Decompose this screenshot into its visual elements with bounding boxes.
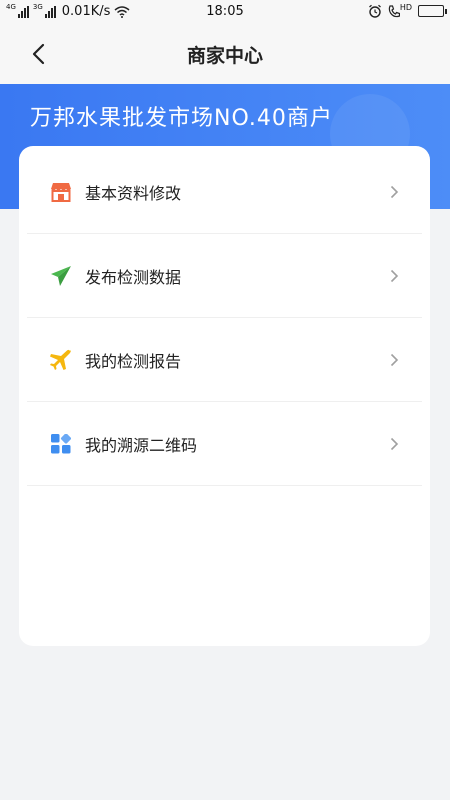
menu-item-label: 基本资料修改 (85, 183, 182, 203)
menu-item-label: 发布检测数据 (85, 267, 182, 287)
phone-icon (388, 4, 400, 17)
menu-card: 基本资料修改 发布检测数据 我的检测报告 我的溯源二维码 (19, 146, 430, 646)
status-bar: 4G 3G 0.01K/s 18:05 HD (0, 0, 450, 24)
chevron-right-icon (384, 434, 404, 454)
nav-bar: 商家中心 (0, 24, 450, 84)
chevron-right-icon (384, 350, 404, 370)
airplane-icon (49, 348, 73, 372)
store-icon (49, 180, 73, 204)
menu-item-my-trace-qrcode[interactable]: 我的溯源二维码 (27, 402, 422, 486)
chevron-right-icon (384, 266, 404, 286)
hd-call-indicator: HD (388, 2, 412, 18)
battery-icon (418, 5, 447, 17)
grid-icon (49, 432, 73, 456)
menu-item-label: 我的溯源二维码 (85, 435, 198, 455)
menu-item-edit-profile[interactable]: 基本资料修改 (27, 150, 422, 234)
alarm-icon (368, 4, 381, 18)
merchant-name: 万邦水果批发市场NO.40商户 (30, 106, 333, 131)
chevron-right-icon (384, 182, 404, 202)
paper-plane-icon (49, 264, 73, 288)
menu-item-my-test-reports[interactable]: 我的检测报告 (27, 318, 422, 402)
page-title: 商家中心 (186, 45, 263, 67)
menu-item-label: 我的检测报告 (85, 351, 182, 371)
status-right: HD (368, 2, 447, 18)
menu-item-publish-test-data[interactable]: 发布检测数据 (27, 234, 422, 318)
back-button[interactable] (22, 38, 54, 70)
chevron-left-icon (32, 43, 45, 65)
hd-label: HD (399, 2, 412, 12)
